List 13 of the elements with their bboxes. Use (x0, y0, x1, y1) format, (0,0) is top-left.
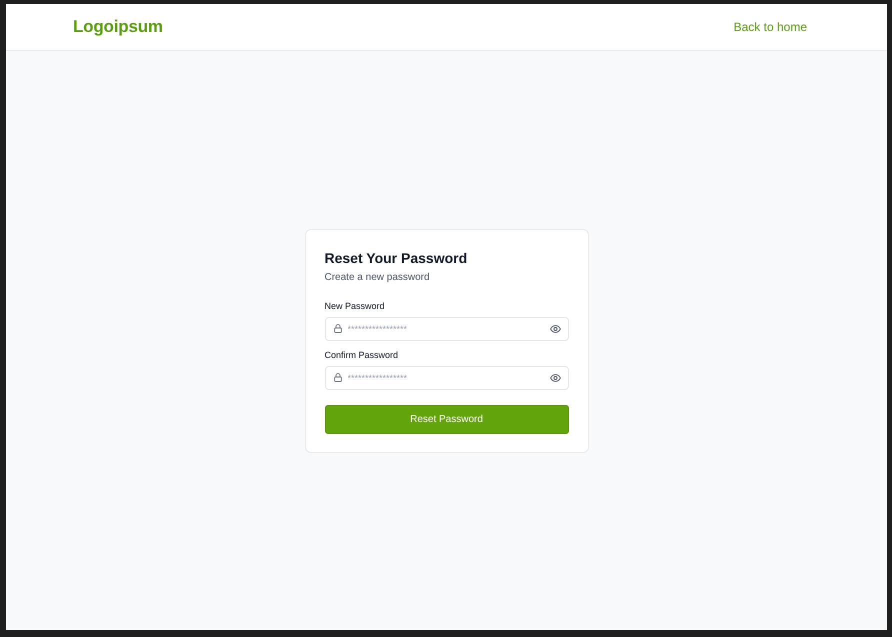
field-label: Confirm Password (324, 348, 400, 360)
card-subtitle: Create a new password (324, 270, 431, 284)
card-title: Reset Your Password (324, 248, 468, 266)
password-field[interactable]: ***************** (324, 366, 568, 390)
eye-icon[interactable] (550, 374, 560, 382)
field-label: New Password (324, 300, 386, 312)
logo[interactable]: Logoipsum (73, 17, 163, 37)
reset-password-button[interactable]: Reset Password (324, 404, 568, 434)
back-to-home-link[interactable]: Back to home (734, 20, 807, 34)
lock-icon (334, 372, 342, 382)
lock-icon (334, 324, 342, 332)
password-field[interactable]: ***************** (324, 316, 568, 340)
eye-icon[interactable] (550, 324, 560, 332)
